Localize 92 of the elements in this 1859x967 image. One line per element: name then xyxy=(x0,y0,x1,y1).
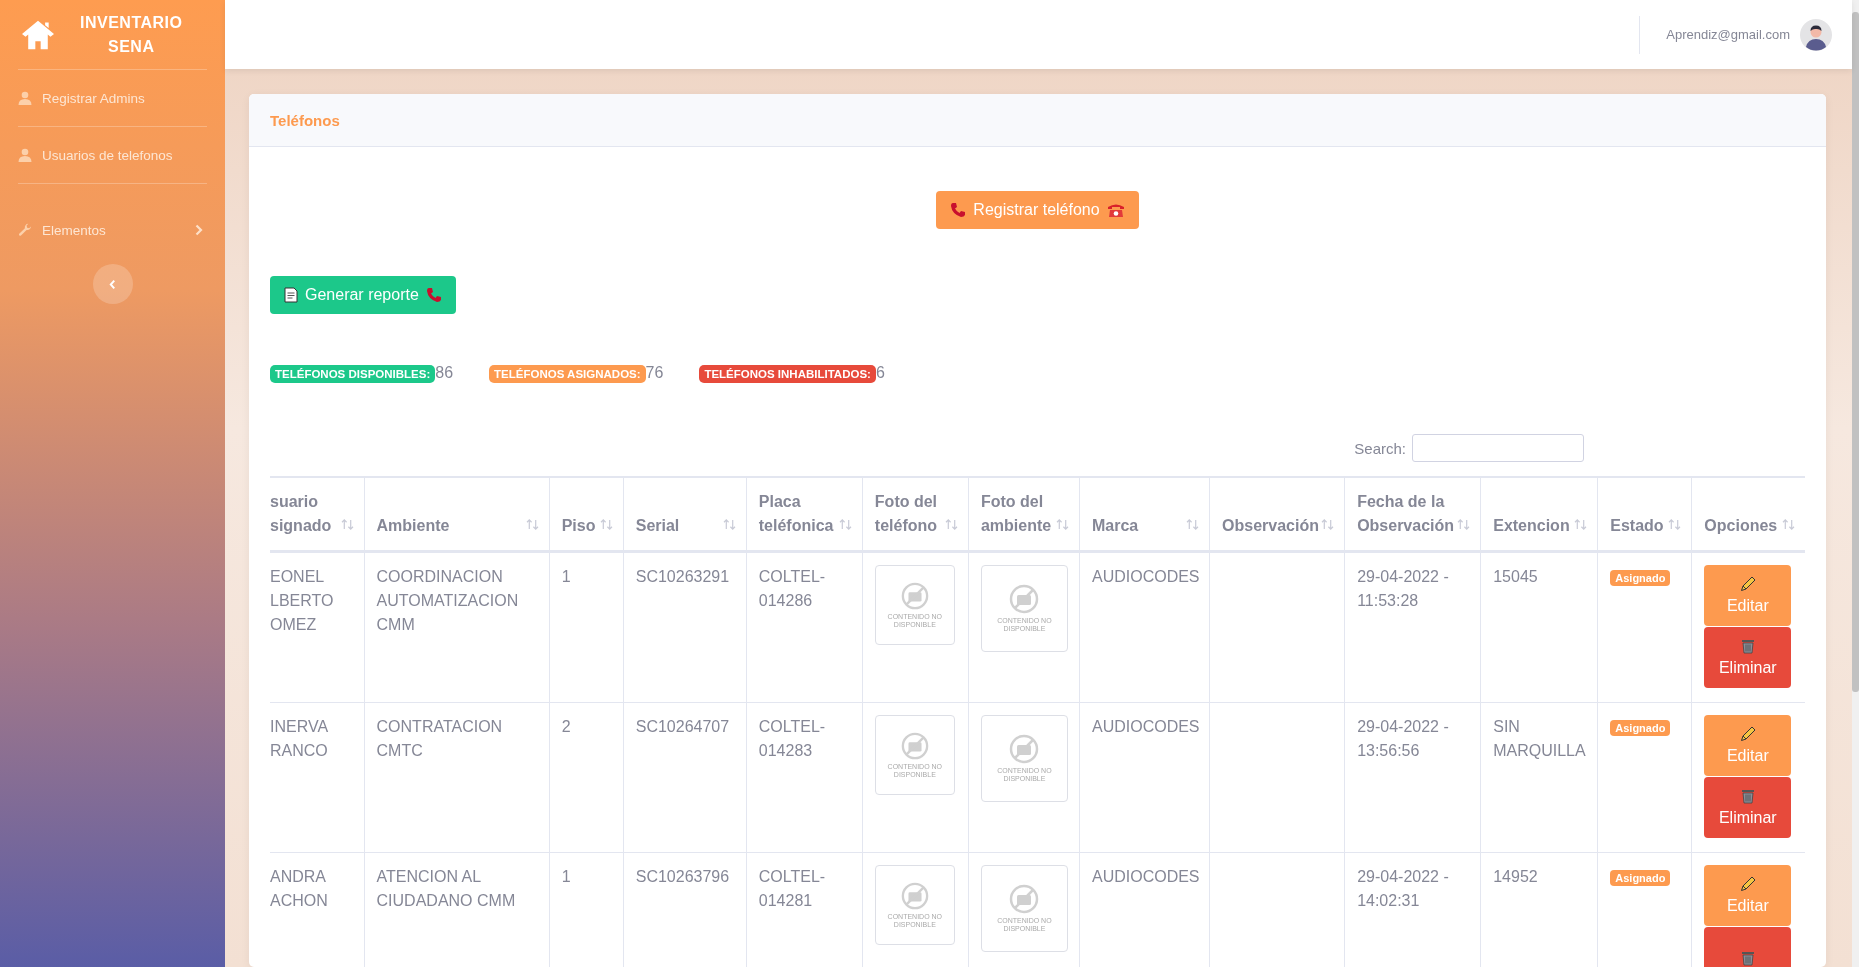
stat-badge: TELÉFONOS ASIGNADOS: xyxy=(489,365,646,383)
user-icon xyxy=(18,91,32,105)
status-badge: Asignado xyxy=(1610,570,1671,586)
table-cell: 15045 xyxy=(1493,568,1538,585)
table-cell: CONTRATACION CMTC xyxy=(376,718,503,759)
table-cell: SC10264707 xyxy=(635,718,730,735)
edit-button[interactable]: Editar xyxy=(1704,715,1792,776)
pen-icon xyxy=(1739,726,1756,742)
stat-count: 86 xyxy=(435,364,454,382)
column-header[interactable]: Marca xyxy=(1091,514,1139,538)
sort-icon[interactable] xyxy=(1457,519,1471,530)
table-cell: EONEL LBERTO OMEZ xyxy=(270,568,334,633)
phone-icon xyxy=(950,202,967,218)
stat-count: 76 xyxy=(645,364,664,382)
table-cell: SC10263291 xyxy=(635,568,730,585)
scrollbar[interactable] xyxy=(1852,0,1859,967)
search-label: Search: xyxy=(1354,439,1406,457)
sort-icon[interactable] xyxy=(1321,519,1335,530)
table-cell: COLTEL-014283 xyxy=(758,718,826,759)
table-cell: ANDRA ACHON xyxy=(270,868,328,909)
document-icon xyxy=(284,287,298,303)
avatar-icon[interactable] xyxy=(1800,18,1832,51)
sort-icon[interactable] xyxy=(1668,519,1682,530)
pen-icon xyxy=(1739,876,1756,892)
sort-icon[interactable] xyxy=(1782,519,1795,530)
trash-icon xyxy=(1739,788,1756,804)
column-header[interactable]: Piso xyxy=(561,514,596,538)
sort-icon[interactable] xyxy=(722,519,736,530)
sidebar-item[interactable]: Registrar Admins xyxy=(18,70,207,126)
sort-icon[interactable] xyxy=(944,519,958,530)
card-title: Teléfonos xyxy=(270,111,340,129)
table-cell: SIN MARQUILLA xyxy=(1493,718,1586,759)
table-cell: INERVA RANCO xyxy=(270,718,329,759)
table-cell: AUDIOCODES xyxy=(1091,718,1200,735)
trash-icon xyxy=(1739,638,1756,654)
table-cell: 29-04-2022 - 11:53:28 xyxy=(1357,568,1449,609)
status-badge: Asignado xyxy=(1610,870,1671,886)
wrench-icon xyxy=(18,223,32,237)
sidebar-item[interactable]: Usuarios de telefonos xyxy=(18,127,207,183)
user-email[interactable]: Aprendiz@gmail.com xyxy=(1666,27,1790,42)
stat-badge: TELÉFONOS DISPONIBLES: xyxy=(270,365,436,383)
column-header[interactable]: Estado xyxy=(1610,514,1664,538)
table-cell: ATENCION AL CIUDADANO CMM xyxy=(376,868,516,909)
table-cell: AUDIOCODES xyxy=(1091,868,1200,885)
no-camera-icon xyxy=(1009,884,1040,914)
table-cell: COORDINACION AUTOMATIZACION CMM xyxy=(376,568,519,633)
phone-icon xyxy=(425,287,442,303)
house-icon xyxy=(20,18,56,51)
table-cell: COLTEL-014281 xyxy=(758,868,826,909)
no-camera-icon xyxy=(1009,734,1040,764)
sort-icon[interactable] xyxy=(1574,519,1588,530)
stat-badge: TELÉFONOS INHABILITADOS: xyxy=(699,365,876,383)
no-camera-icon xyxy=(1009,584,1040,614)
sort-icon[interactable] xyxy=(525,519,539,530)
no-camera-icon xyxy=(900,731,929,760)
table-cell: SC10263796 xyxy=(635,868,730,885)
edit-button[interactable]: Editar xyxy=(1704,565,1792,626)
table-cell: 29-04-2022 - 14:02:31 xyxy=(1357,868,1449,909)
sidebar-toggle-button[interactable] xyxy=(92,264,133,304)
column-header[interactable]: suario signado xyxy=(270,490,332,538)
column-header[interactable]: Serial xyxy=(635,514,680,538)
search-field[interactable] xyxy=(1412,434,1584,462)
table-cell: COLTEL-014286 xyxy=(758,568,826,609)
status-badge: Asignado xyxy=(1610,720,1671,736)
sidebar-item[interactable]: Elementos xyxy=(18,184,207,258)
table-cell: AUDIOCODES xyxy=(1091,568,1200,585)
stat-count: 6 xyxy=(875,364,885,382)
brand-title[interactable]: INVENTARIO SENA xyxy=(80,10,183,59)
table-cell: 1 xyxy=(561,868,571,885)
no-camera-icon xyxy=(900,581,929,610)
table-cell: 2 xyxy=(561,718,571,735)
register-phone-button[interactable]: Registrar teléfono xyxy=(936,191,1139,229)
no-camera-icon xyxy=(900,881,929,910)
table-cell: 14952 xyxy=(1493,868,1538,885)
generate-report-button[interactable]: Generar reporte xyxy=(270,276,456,314)
chevron-left-icon xyxy=(109,278,116,290)
chevron-right-icon xyxy=(195,224,203,236)
column-header[interactable]: Ambiente xyxy=(376,514,450,538)
delete-button[interactable]: Eliminar xyxy=(1704,777,1792,838)
sort-icon[interactable] xyxy=(1055,519,1069,530)
table-cell: 29-04-2022 - 13:56:56 xyxy=(1357,718,1449,759)
sort-icon[interactable] xyxy=(838,519,852,530)
trash-icon xyxy=(1739,949,1756,966)
table-cell: 1 xyxy=(561,568,571,585)
pen-icon xyxy=(1739,576,1756,592)
sort-icon[interactable] xyxy=(340,519,354,530)
telephone-icon xyxy=(1106,202,1125,218)
user-icon xyxy=(18,148,32,162)
delete-button[interactable]: Eliminar xyxy=(1704,627,1792,688)
sort-icon[interactable] xyxy=(599,519,613,530)
sort-icon[interactable] xyxy=(1186,519,1200,530)
edit-button[interactable]: Editar xyxy=(1704,865,1792,926)
